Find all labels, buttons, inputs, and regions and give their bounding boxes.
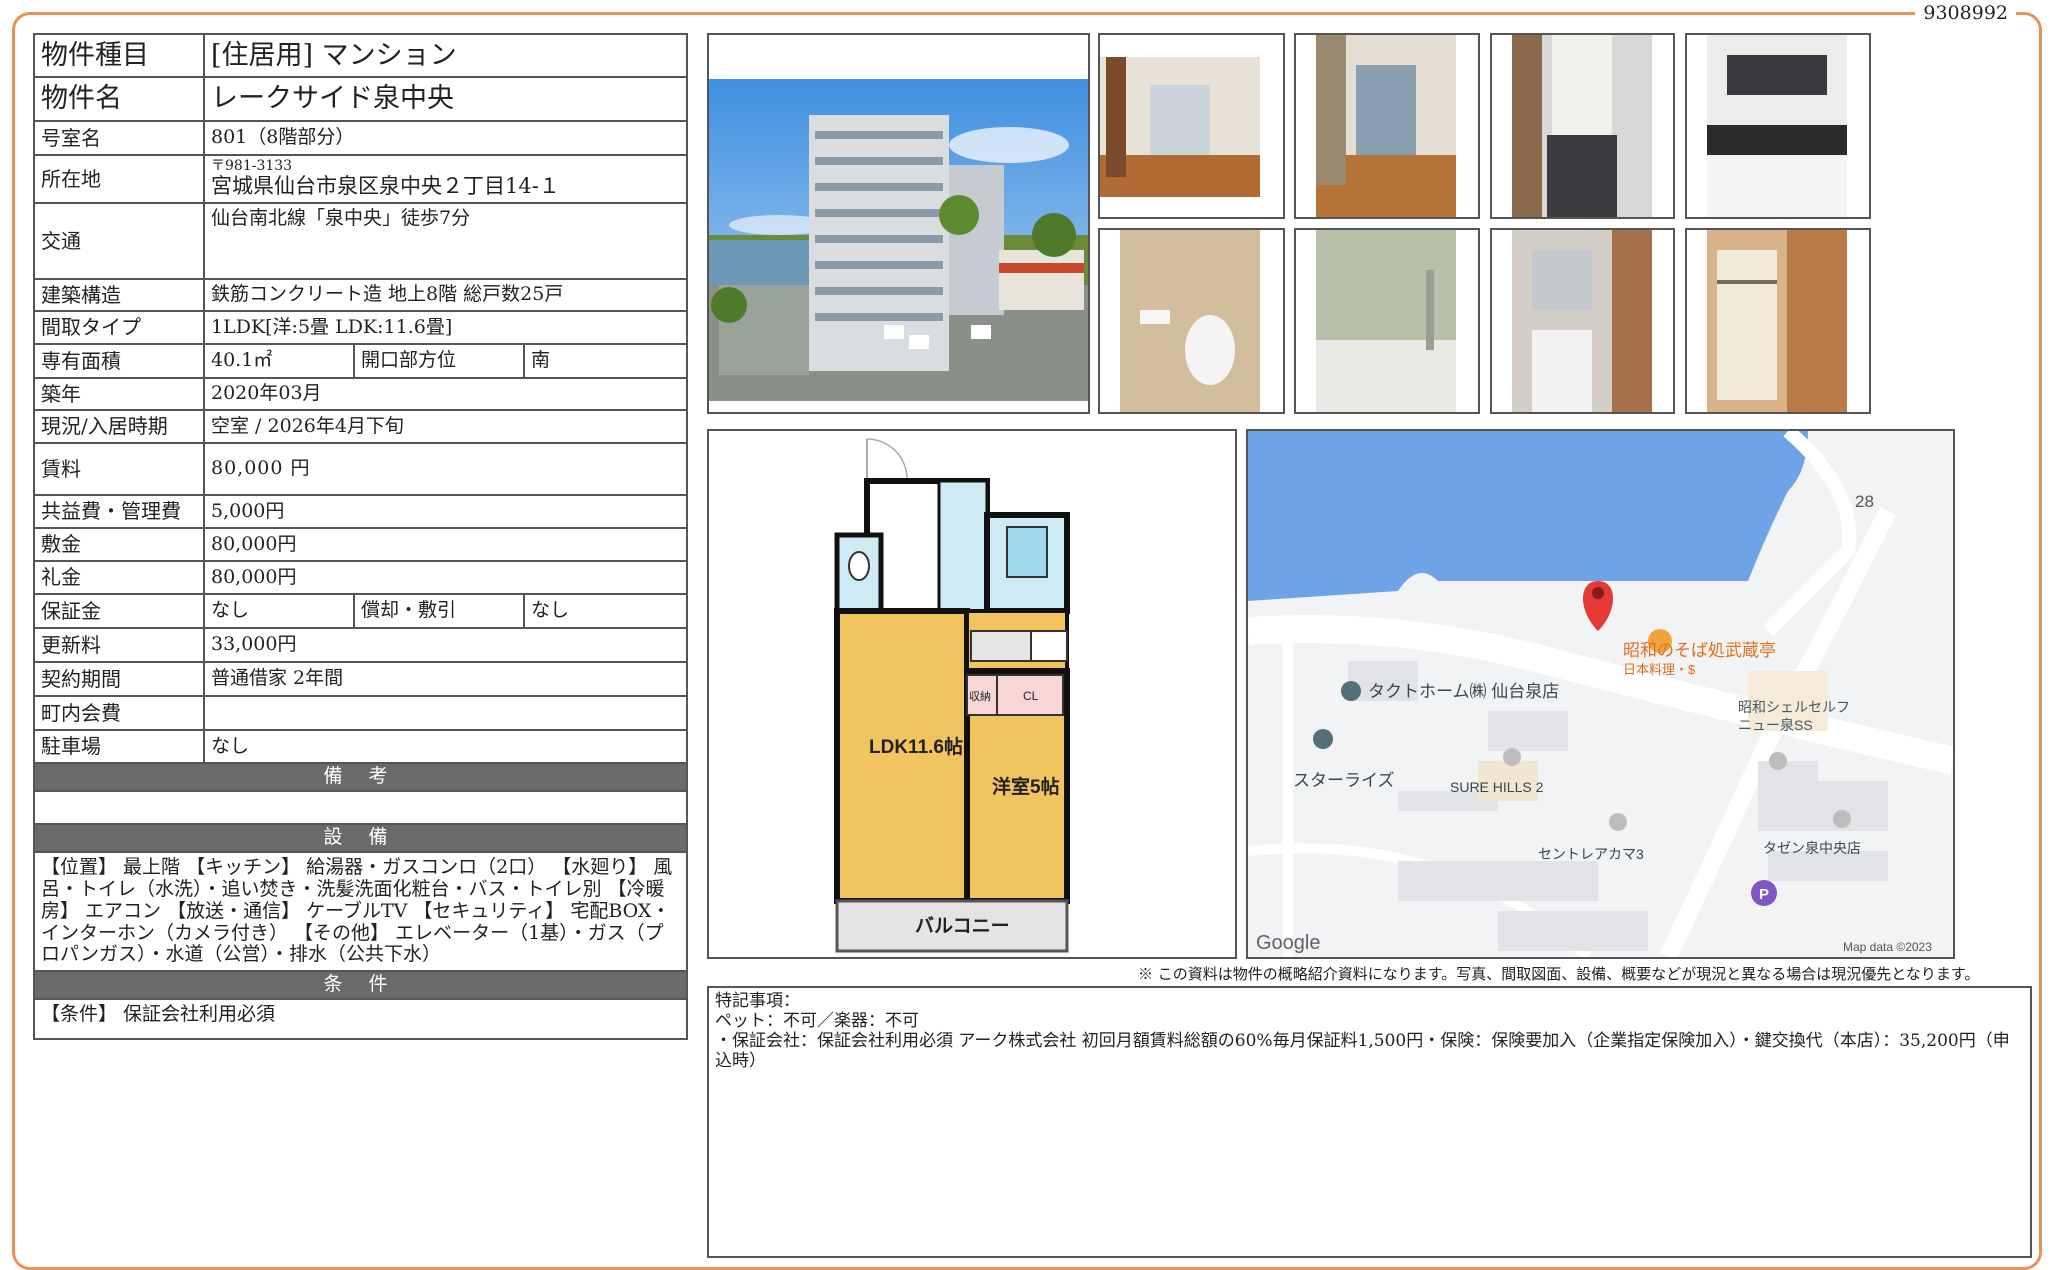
name-value: レークサイド泉中央	[202, 76, 689, 122]
equipment-heading: 設 備	[32, 823, 689, 853]
contract-value: 普通借家 2年間	[202, 661, 689, 697]
structure-label: 建築構造	[33, 278, 205, 312]
amort-label: 償却・敷引	[353, 593, 525, 629]
parking-label: 駐車場	[33, 729, 205, 764]
special-line-2: ・保証会社：保証会社利用必須 アーク株式会社 初回月額賃料総額の60%毎月保証料…	[715, 1030, 2010, 1071]
deposit-value: 80,000円	[202, 527, 689, 562]
room-photo-6	[1294, 228, 1480, 414]
floor-plan: LDK11.6帖 洋室5帖 バルコニー 収納 CL	[707, 429, 1237, 959]
equipment-text: 【位置】 最上階 【キッチン】 給湯器・ガスコンロ（2口） 【水廻り】 風呂・ト…	[32, 850, 689, 973]
area-label: 専有面積	[33, 343, 205, 379]
common-value: 5,000円	[202, 494, 689, 529]
status-label: 現況/入居時期	[33, 409, 205, 444]
special-notes: 特記事項： ペット：不可／楽器：不可 ・保証会社：保証会社利用必須 アーク株式会…	[707, 986, 2032, 1258]
room-photo-1	[1098, 33, 1285, 219]
rent-value: 80,000 円	[202, 442, 689, 496]
special-heading: 特記事項：	[715, 991, 800, 1011]
google-logo: Google	[1256, 932, 1321, 954]
map-label-1: 日本料理・$	[1623, 662, 1696, 677]
guarantee-value: なし	[203, 593, 355, 629]
keymoney-label: 礼金	[33, 560, 205, 595]
special-line-1: ペット：不可／楽器：不可	[715, 1010, 919, 1031]
map-label-6: SURE HILLS 2	[1450, 779, 1544, 795]
room-value: 801（8階部分）	[202, 120, 689, 156]
ldk-label: LDK11.6帖	[869, 735, 963, 758]
disclaimer: ※ この資料は物件の概略紹介資料になります。写真、間取図面、設備、概要などが現況…	[1138, 965, 1980, 983]
address-value: 宮城県仙台市泉区泉中央２丁目14-１	[211, 174, 560, 199]
parking-value: なし	[202, 729, 689, 764]
svg-text:P: P	[1759, 886, 1769, 903]
structure-value: 鉄筋コンクリート造 地上8階 総戸数25戸	[202, 278, 689, 312]
storage-label: 収納	[969, 690, 991, 703]
conditions-text: 【条件】 保証会社利用必須	[32, 998, 689, 1041]
direction-label: 開口部方位	[353, 343, 525, 379]
renewal-value: 33,000円	[202, 627, 689, 663]
property-code: 9308992	[1915, 2, 2016, 24]
townfee-value	[202, 695, 689, 731]
room-photo-7	[1490, 228, 1675, 414]
balcony-label: バルコニー	[915, 915, 1010, 937]
conditions-heading: 条 件	[32, 970, 689, 1001]
access-label: 交通	[33, 202, 205, 280]
room-photo-4	[1685, 33, 1871, 219]
map-label-8: タゼン泉中央店	[1763, 840, 1861, 856]
type-value: [住居用] マンション	[202, 33, 689, 78]
room-photo-3	[1490, 33, 1675, 219]
renewal-label: 更新料	[33, 627, 205, 663]
remarks-text	[32, 790, 689, 825]
map-label-3: 昭和シェルセルフ	[1738, 699, 1850, 715]
amort-value: なし	[522, 593, 689, 629]
type-label: 物件種目	[33, 33, 205, 78]
address-cell: 〒981-3133 宮城県仙台市泉区泉中央２丁目14-１	[202, 154, 689, 204]
contract-label: 契約期間	[33, 661, 205, 697]
western-room-label: 洋室5帖	[992, 775, 1060, 798]
keymoney-value: 80,000円	[202, 560, 689, 595]
built-label: 築年	[33, 377, 205, 411]
map-label-2: タクトホーム㈱ 仙台泉店	[1368, 682, 1559, 701]
property-info-table: 物件種目 [住居用] マンション 物件名 レークサイド泉中央 号室名 801（8階部分…	[32, 33, 689, 1041]
room-label: 号室名	[33, 120, 205, 156]
map-label-5: スターライズ	[1293, 771, 1395, 790]
room-photo-5	[1098, 228, 1285, 414]
map-label-7: セントレアカマ3	[1538, 846, 1644, 862]
map-attribution: Map data ©2023	[1843, 940, 1932, 954]
map[interactable]: P 昭和のそば処武蔵亭 日本料理・$ タクトホーム㈱ 仙台泉店 昭和シェルセルフ…	[1246, 429, 1955, 959]
remarks-heading: 備 考	[32, 762, 689, 792]
layout-value: 1LDK[洋:5畳 LDK:11.6畳]	[202, 310, 689, 345]
guarantee-label: 保証金	[33, 593, 205, 629]
map-label-9: 28	[1855, 492, 1874, 511]
name-label: 物件名	[33, 76, 205, 122]
status-value: 空室 / 2026年4月下旬	[202, 409, 689, 444]
deposit-label: 敷金	[33, 527, 205, 562]
room-photo-2	[1294, 33, 1480, 219]
room-photo-8	[1685, 228, 1871, 414]
direction-value: 南	[522, 343, 689, 379]
closet-label: CL	[1023, 689, 1039, 703]
townfee-label: 町内会費	[33, 695, 205, 731]
rent-label: 賃料	[33, 442, 205, 496]
address-label: 所在地	[33, 154, 205, 204]
layout-label: 間取タイプ	[33, 310, 205, 345]
map-label-4: ニュー泉SS	[1738, 717, 1813, 733]
area-value: 40.1㎡	[203, 343, 355, 379]
built-value: 2020年03月	[202, 377, 689, 411]
exterior-photo	[707, 33, 1090, 414]
map-label-0: 昭和のそば処武蔵亭	[1623, 641, 1776, 660]
address-zip: 〒981-3133	[211, 157, 293, 174]
access-value: 仙台南北線「泉中央」徒歩7分	[202, 202, 689, 280]
common-label: 共益費・管理費	[33, 494, 205, 529]
